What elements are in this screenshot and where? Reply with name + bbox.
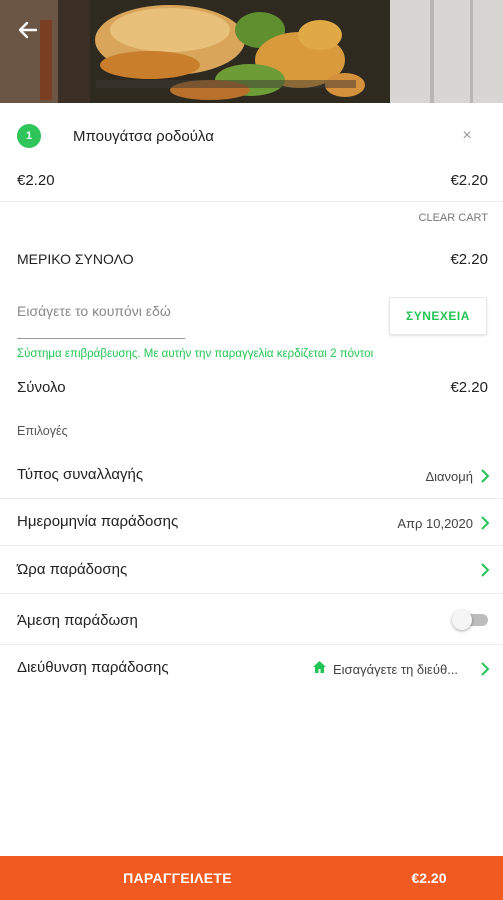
delivery-address-label: Διεύθυνση παράδοσης [17, 659, 169, 676]
chevron-right-icon [481, 563, 490, 577]
cart-item-unit-price: €2.20 [17, 172, 55, 189]
transaction-type-label: Τύπος συναλλαγής [17, 466, 144, 483]
subtotal-value: €2.20 [450, 251, 488, 268]
toggle-knob [452, 610, 472, 630]
close-icon: × [462, 127, 472, 144]
remove-item-button[interactable]: × [458, 127, 476, 145]
checkout-screen: 1 Μπουγάτσα ροδούλα × €2.20 €2.20 CLEAR … [0, 0, 503, 900]
divider [0, 593, 503, 594]
home-icon [313, 661, 326, 673]
cart-item-line-total: €2.20 [450, 172, 488, 189]
arrow-left-icon [18, 21, 38, 39]
continue-button[interactable]: ΣΥΝΕΧΕΙΑ [389, 297, 487, 335]
delivery-address-row[interactable]: Διεύθυνση παράδοσης Εισαγάγετε τη διεύθ.… [0, 645, 503, 691]
quantity-badge: 1 [17, 124, 41, 148]
delivery-date-value: Απρ 10,2020 [397, 516, 473, 531]
subtotal-label: ΜΕΡΙΚΟ ΣΥΝΟΛΟ [17, 251, 134, 267]
place-order-label: ΠΑΡΑΓΓΕΙΛΕΤΕ [123, 870, 232, 886]
transaction-type-value: Διανομή [425, 469, 473, 484]
total-label: Σύνολο [17, 379, 66, 396]
transaction-type-row[interactable]: Τύπος συναλλαγής Διανομή [0, 452, 503, 498]
delivery-date-row[interactable]: Ημερομηνία παράδοσης Απρ 10,2020 [0, 499, 503, 545]
place-order-button[interactable]: ΠΑΡΑΓΓΕΙΛΕΤΕ €2.20 [0, 856, 503, 900]
immediate-delivery-label: Άμεση παράδωση [17, 612, 138, 629]
rewards-info: Σύστημα επιβράβευσης. Με αυτήν την παραγ… [17, 348, 374, 360]
header-food-image [0, 0, 503, 103]
delivery-address-value: Εισαγάγετε τη διεύθ... [333, 662, 459, 677]
chevron-right-icon [481, 662, 490, 676]
food-photo [0, 0, 503, 103]
back-button[interactable] [14, 16, 42, 44]
chevron-right-icon [481, 516, 490, 530]
options-section-label: Επιλογές [17, 424, 68, 438]
delivery-time-row[interactable]: Ώρα παράδοσης [0, 546, 503, 593]
place-order-price: €2.20 [411, 870, 447, 886]
immediate-delivery-toggle[interactable] [452, 610, 488, 630]
delivery-date-label: Ημερομηνία παράδοσης [17, 513, 179, 530]
cart-item-name: Μπουγάτσα ροδούλα [73, 128, 214, 145]
total-value: €2.20 [450, 379, 488, 396]
coupon-input[interactable] [17, 303, 185, 339]
delivery-time-label: Ώρα παράδοσης [17, 561, 128, 578]
clear-cart-button[interactable]: CLEAR CART [419, 212, 488, 224]
divider [0, 201, 503, 202]
chevron-right-icon [481, 469, 490, 483]
